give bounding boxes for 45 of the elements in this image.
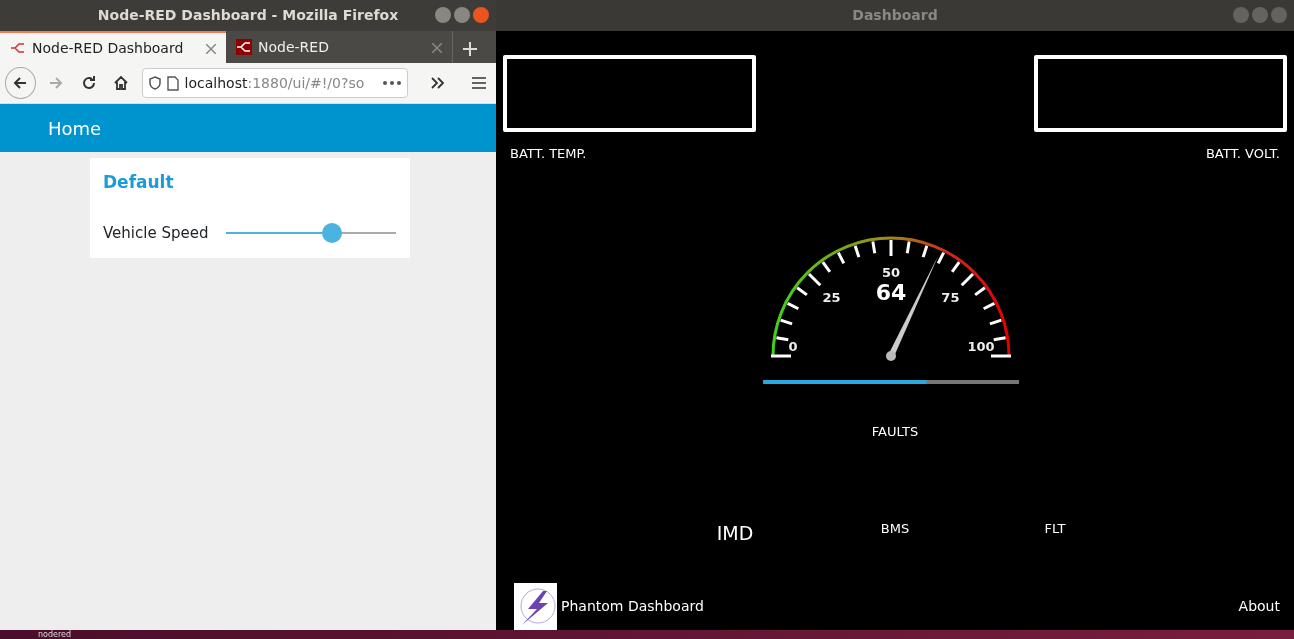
tick-label: 100 <box>967 338 995 354</box>
readout-label: BATT. TEMP. <box>509 145 588 163</box>
faults-heading: FAULTS <box>870 422 920 441</box>
home-icon <box>113 75 130 91</box>
page-icon <box>166 75 179 91</box>
browser-tab[interactable]: Node-RED <box>226 31 452 63</box>
more-icon[interactable] <box>382 81 401 85</box>
forward-arrow-icon <box>47 75 64 91</box>
tick-label: 50 <box>881 264 901 280</box>
minimize-button[interactable] <box>435 7 451 23</box>
close-button[interactable] <box>473 7 489 23</box>
address-bar[interactable]: localhost:1880/ui/#!/0?so <box>141 68 408 98</box>
readout-label: BATT. VOLT. <box>1204 145 1281 163</box>
flow-icon <box>10 42 26 54</box>
fault-indicator: IMD <box>716 522 754 544</box>
group-title: Default <box>103 171 175 194</box>
plus-icon <box>463 42 477 56</box>
window-title: Dashboard <box>852 6 938 25</box>
browser-tab[interactable]: Node-RED Dashboard <box>0 31 226 63</box>
speed-slider[interactable] <box>226 222 397 243</box>
close-button[interactable] <box>1271 7 1287 23</box>
about-link[interactable]: About <box>1238 595 1280 617</box>
slider-label: Vehicle Speed <box>103 222 209 244</box>
flow-icon <box>236 39 252 55</box>
fault-indicator: FLT <box>1044 521 1066 536</box>
tick-label: 0 <box>788 338 798 354</box>
page-title: Home <box>48 116 102 141</box>
reload-icon <box>80 75 97 91</box>
tick-label: 25 <box>822 289 841 305</box>
desktop-icon-label[interactable]: nodered <box>38 630 72 639</box>
double-chevron-icon <box>430 77 445 89</box>
maximize-button[interactable] <box>1252 7 1268 23</box>
gauge-value: 64 <box>875 279 907 305</box>
url-text: localhost:1880/ui/#!/0?so <box>184 73 365 93</box>
menu-icon <box>471 77 486 89</box>
slider-thumb[interactable] <box>322 222 343 243</box>
shield-icon <box>148 76 161 90</box>
app-title: Phantom Dashboard <box>561 596 704 616</box>
maximize-button[interactable] <box>454 7 470 23</box>
window-title: Node-RED Dashboard - Mozilla Firefox <box>97 6 399 25</box>
fault-indicator: BMS <box>880 521 910 536</box>
back-arrow-icon <box>12 75 29 91</box>
lightning-logo <box>514 582 557 630</box>
minimize-button[interactable] <box>1233 7 1249 23</box>
tick-label: 75 <box>941 289 960 305</box>
